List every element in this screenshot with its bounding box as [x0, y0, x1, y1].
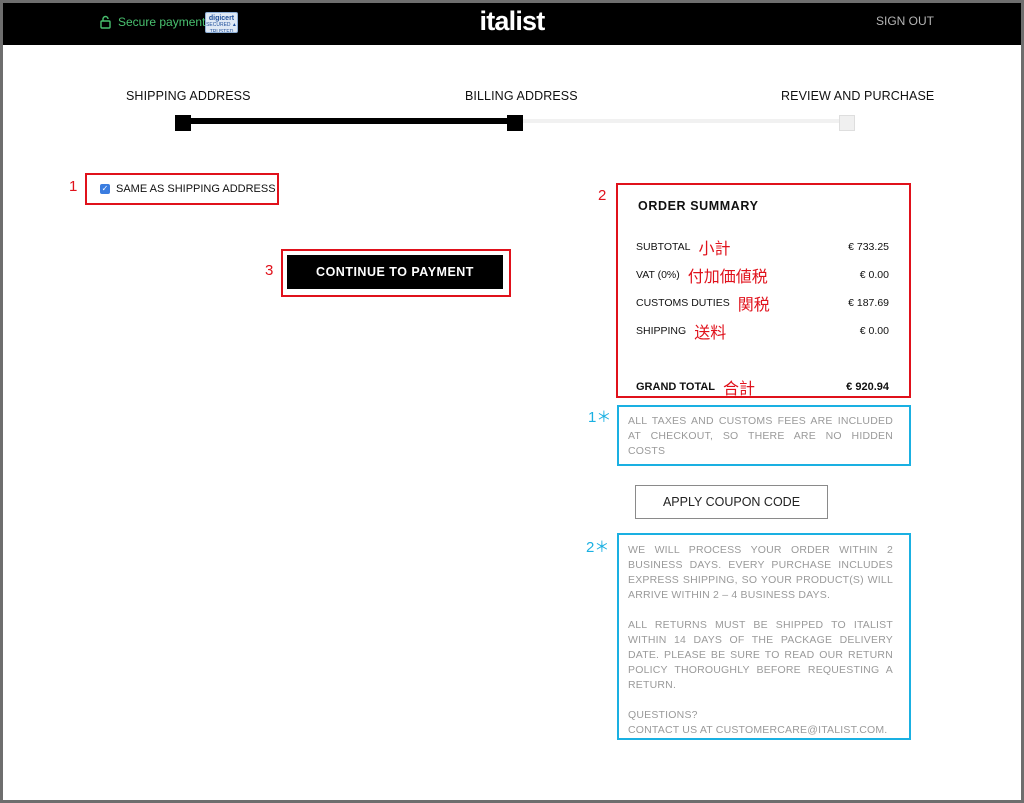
processing-text: WE WILL PROCESS YOUR ORDER WITHIN 2 BUSI… [628, 544, 893, 601]
sign-out-link[interactable]: SIGN OUT [876, 14, 934, 28]
annotation-number-1: 1 [69, 178, 78, 195]
summary-row-subtotal: SUBTOTAL 小計 € 733.25 [636, 235, 889, 259]
italist-logo[interactable]: italist [480, 6, 546, 36]
order-summary: ORDER SUMMARY SUBTOTAL 小計 € 733.25 VAT (0… [616, 183, 911, 398]
step-review-purchase: REVIEW AND PURCHASE [781, 89, 935, 103]
digicert-badge-bottom: SECURED ▲ TRUSTED [206, 22, 237, 33]
taxes-note: ALL TAXES AND CUSTOMS FEES ARE INCLUDED … [628, 415, 893, 457]
summary-value: € 187.69 [848, 297, 889, 309]
order-summary-title: ORDER SUMMARY [638, 199, 759, 213]
summary-label: SUBTOTAL [636, 241, 691, 253]
apply-coupon-button[interactable]: APPLY COUPON CODE [635, 485, 828, 519]
summary-value: € 0.00 [859, 269, 889, 281]
top-bar: Secure payment digicert SECURED ▲ TRUSTE… [0, 0, 1024, 45]
secure-payment-label: Secure payment [118, 15, 206, 29]
summary-label: SHIPPING [636, 325, 687, 337]
annotation-number-1-star: 1＊ [588, 409, 612, 426]
questions-text: QUESTIONS? [628, 709, 698, 721]
step-dot-shipping [175, 115, 191, 131]
step-dot-billing [507, 115, 523, 131]
secure-payment: Secure payment [100, 13, 205, 31]
progress-done [183, 118, 515, 124]
checkout-progress [175, 115, 855, 131]
summary-row-vat: VAT (0%) 付加価値税 € 0.00 [636, 263, 889, 287]
summary-row-grand-total: GRAND TOTAL 合計 € 920.94 [636, 375, 889, 399]
annotation-number-3: 3 [265, 262, 274, 279]
grand-total-jp-label: 合計 [723, 381, 756, 398]
annotation-number-2-star: 2＊ [586, 539, 610, 556]
summary-row-customs: CUSTOMS DUTIES 関税 € 187.69 [636, 291, 889, 315]
summary-jp-label: 送料 [694, 325, 727, 342]
summary-value: € 733.25 [848, 241, 889, 253]
lock-icon [100, 15, 111, 29]
grand-total-value: € 920.94 [846, 381, 889, 393]
grand-total-label: GRAND TOTAL [636, 381, 716, 393]
continue-to-payment-button[interactable]: CONTINUE TO PAYMENT [287, 255, 503, 289]
contact-email-link[interactable]: CONTACT US AT CUSTOMERCARE@ITALIST.COM. [628, 724, 887, 736]
summary-label: VAT (0%) [636, 269, 680, 281]
summary-value: € 0.00 [859, 325, 889, 337]
returns-text: ALL RETURNS MUST BE SHIPPED TO ITALIST W… [628, 619, 893, 691]
summary-row-shipping: SHIPPING 送料 € 0.00 [636, 319, 889, 343]
summary-jp-label: 小計 [698, 241, 731, 258]
summary-jp-label: 付加価値税 [687, 269, 768, 286]
step-billing-address: BILLING ADDRESS [465, 89, 578, 103]
digicert-badge-top: digicert [208, 15, 235, 22]
same-as-shipping-option[interactable]: ✓ SAME AS SHIPPING ADDRESS [100, 183, 276, 195]
digicert-badge: digicert SECURED ▲ TRUSTED [205, 12, 238, 33]
same-as-shipping-checkbox[interactable]: ✓ [100, 184, 110, 194]
annotation-number-2: 2 [598, 187, 607, 204]
step-dot-review [839, 115, 855, 131]
progress-remaining [515, 119, 847, 123]
shipping-returns-note: WE WILL PROCESS YOUR ORDER WITHIN 2 BUSI… [628, 543, 893, 738]
summary-jp-label: 関税 [737, 297, 770, 314]
step-shipping-address: SHIPPING ADDRESS [126, 89, 251, 103]
summary-label: CUSTOMS DUTIES [636, 297, 730, 309]
same-as-shipping-label: SAME AS SHIPPING ADDRESS [116, 183, 276, 195]
